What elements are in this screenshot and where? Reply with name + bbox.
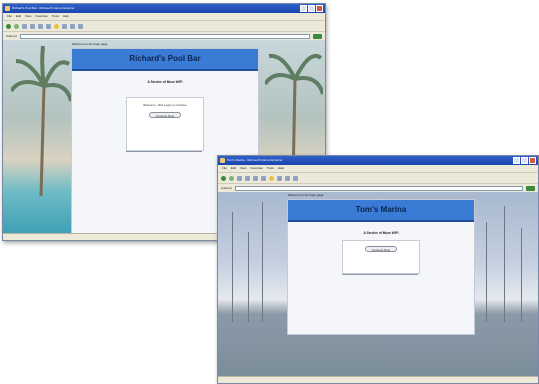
title-bar: Richard's Pool Bar - Microsoft Internet … <box>3 4 325 13</box>
menu-favorites[interactable]: Favorites <box>250 165 262 172</box>
forward-icon[interactable] <box>14 23 19 29</box>
palm-tree-left <box>11 46 71 196</box>
refresh-icon[interactable] <box>30 23 35 29</box>
window-title: Richard's Pool Bar - Microsoft Internet … <box>12 6 75 10</box>
address-label: Address <box>6 34 18 38</box>
status-bar <box>218 376 538 383</box>
back-icon[interactable] <box>6 23 11 29</box>
menu-file[interactable]: File <box>222 165 227 172</box>
page-subtitle: A Service of Muse WiFi <box>147 80 183 84</box>
maximize-button[interactable] <box>521 157 528 164</box>
divider <box>342 274 418 275</box>
menu-bar: File Edit View Favorites Tools Help <box>218 165 538 172</box>
title-bar: Tom's Marina - Microsoft Internet Explor… <box>218 156 538 165</box>
go-button[interactable] <box>313 33 322 39</box>
close-button[interactable] <box>316 5 323 12</box>
browser-window-marina[interactable]: Tom's Marina - Microsoft Internet Explor… <box>217 155 539 384</box>
menu-view[interactable]: View <box>25 13 31 20</box>
menu-file[interactable]: File <box>7 13 12 20</box>
favorites-icon[interactable] <box>269 175 274 181</box>
print-icon[interactable] <box>293 175 298 181</box>
login-box: Welcome, click Login to continue Connect… <box>126 97 204 151</box>
history-icon[interactable] <box>277 175 282 181</box>
browser-icon <box>220 158 225 163</box>
stop-icon[interactable] <box>237 175 242 181</box>
boat-mast <box>262 202 263 322</box>
boat-mast <box>521 228 522 322</box>
menu-edit[interactable]: Edit <box>231 165 236 172</box>
menu-bar: File Edit View Favorites Tools Help <box>3 13 325 20</box>
connect-button[interactable]: Connect Now <box>365 246 397 252</box>
menu-edit[interactable]: Edit <box>16 13 21 20</box>
login-instructions: Welcome, click Login to continue <box>143 103 187 107</box>
page-heading: Richard's Pool Bar <box>72 49 258 71</box>
menu-view[interactable]: View <box>240 165 246 172</box>
boat-mast <box>232 212 233 322</box>
favorites-icon[interactable] <box>54 23 59 29</box>
page-caption: Welcome to the login page <box>72 42 108 46</box>
menu-tools[interactable]: Tools <box>267 165 274 172</box>
menu-tools[interactable]: Tools <box>52 13 59 20</box>
menu-help[interactable]: Help <box>63 13 69 20</box>
home-icon[interactable] <box>253 175 258 181</box>
menu-favorites[interactable]: Favorites <box>35 13 47 20</box>
address-input[interactable] <box>235 185 523 191</box>
address-label: Address <box>221 186 233 190</box>
mail-icon[interactable] <box>285 175 290 181</box>
boat-mast <box>486 222 487 322</box>
page-caption: Welcome to the login page <box>288 193 324 197</box>
boat-mast <box>504 206 505 322</box>
search-icon[interactable] <box>261 175 266 181</box>
menu-help[interactable]: Help <box>278 165 284 172</box>
maximize-button[interactable] <box>308 5 315 12</box>
home-icon[interactable] <box>38 23 43 29</box>
minimize-button[interactable] <box>300 5 307 12</box>
address-input[interactable] <box>20 33 310 39</box>
mail-icon[interactable] <box>70 23 75 29</box>
print-icon[interactable] <box>78 23 83 29</box>
divider <box>126 151 202 152</box>
connect-button[interactable]: Connect Now <box>149 112 181 118</box>
history-icon[interactable] <box>62 23 67 29</box>
login-page-card: Welcome to the login page Tom's Marina A… <box>287 193 475 335</box>
back-icon[interactable] <box>221 175 226 181</box>
stop-icon[interactable] <box>22 23 27 29</box>
close-button[interactable] <box>529 157 536 164</box>
page-subtitle: A Service of Muse WiFi <box>363 231 399 235</box>
minimize-button[interactable] <box>513 157 520 164</box>
search-icon[interactable] <box>46 23 51 29</box>
refresh-icon[interactable] <box>245 175 250 181</box>
page-heading: Tom's Marina <box>288 200 474 222</box>
forward-icon[interactable] <box>229 175 234 181</box>
page-viewport: Welcome to the login page Tom's Marina A… <box>218 192 538 377</box>
browser-icon <box>5 6 10 11</box>
go-button[interactable] <box>526 185 535 191</box>
login-box: Connect Now <box>342 240 420 274</box>
window-title: Tom's Marina - Microsoft Internet Explor… <box>227 158 283 162</box>
toolbar <box>218 172 538 183</box>
toolbar <box>3 20 325 31</box>
boat-mast <box>248 232 249 322</box>
